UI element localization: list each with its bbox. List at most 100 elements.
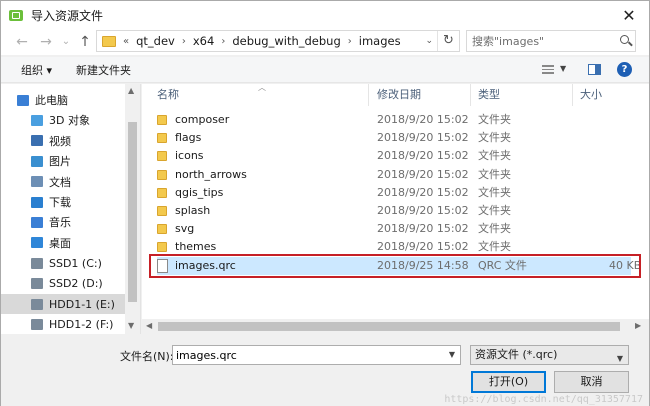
breadcrumb-separator-icon[interactable]: ›	[348, 36, 352, 47]
breadcrumb-x64[interactable]: x64	[193, 34, 214, 48]
view-dropdown-icon[interactable]: ▼	[560, 64, 566, 73]
sidebar-item[interactable]: 图片	[1, 151, 126, 171]
scroll-right-icon[interactable]: ▶	[635, 321, 641, 330]
file-type: 文件夹	[478, 113, 511, 126]
column-divider[interactable]	[368, 84, 369, 106]
column-divider[interactable]	[572, 84, 573, 106]
folder-icon	[157, 169, 167, 180]
file-row[interactable]: splash 2018/9/20 15:02 文件夹	[157, 202, 631, 220]
search-icon[interactable]	[620, 35, 629, 44]
sidebar-item-label: 桌面	[49, 236, 71, 250]
new-folder-button[interactable]: 新建文件夹	[76, 62, 131, 78]
file-date: 2018/9/20 15:02	[377, 113, 469, 126]
drive-icon	[31, 278, 43, 290]
sidebar-item-label: 视频	[49, 134, 71, 148]
column-header-name[interactable]: 名称	[157, 84, 179, 106]
file-date: 2018/9/20 15:02	[377, 131, 469, 145]
organize-button[interactable]: 组织 ▾	[21, 62, 52, 78]
downloads-icon	[31, 196, 43, 208]
filename-field[interactable]: ▼	[172, 345, 461, 365]
highlight-box	[149, 254, 641, 278]
file-row[interactable]: svg 2018/9/20 15:02 文件夹	[157, 220, 631, 238]
sidebar-item[interactable]: 3D 对象	[1, 110, 126, 130]
sidebar-item[interactable]: 音乐	[1, 212, 126, 232]
file-name: icons	[175, 149, 204, 163]
sidebar-item-label: 此电脑	[35, 94, 68, 107]
sidebar-item[interactable]: 此电脑	[1, 90, 126, 110]
scroll-down-icon[interactable]: ▼	[128, 321, 134, 330]
sidebar-item-label: HDD1-1 (E:)	[49, 297, 115, 311]
breadcrumb-qt-dev[interactable]: qt_dev	[136, 34, 175, 48]
open-button[interactable]: 打开(O)	[471, 371, 546, 393]
filename-dropdown-icon[interactable]: ▼	[449, 350, 455, 359]
file-name: composer	[175, 113, 230, 126]
column-header-size[interactable]: 大小	[580, 84, 602, 106]
scroll-left-icon[interactable]: ◀	[146, 321, 152, 330]
folder-icon	[157, 206, 167, 216]
address-row: ← → ⌄ ↑ « qt_dev › x64 › debug_with_debu…	[1, 29, 649, 55]
sort-ascending-icon: ︿	[258, 83, 266, 92]
horizontal-scroll-thumb[interactable]	[158, 322, 620, 331]
address-dropdown-icon[interactable]: ⌄	[425, 36, 433, 46]
file-row[interactable]: north_arrows 2018/9/20 15:02 文件夹	[157, 166, 631, 184]
column-divider[interactable]	[470, 84, 471, 106]
sidebar-scrollbar[interactable]: ▲ ▼	[125, 84, 140, 334]
file-row[interactable]: icons 2018/9/20 15:02 文件夹	[157, 147, 631, 165]
back-arrow-icon[interactable]: ←	[13, 33, 31, 51]
sidebar-item[interactable]: SSD1 (C:)	[1, 253, 126, 273]
column-header-type[interactable]: 类型	[478, 84, 500, 106]
file-name: north_arrows	[175, 167, 247, 181]
folder-icon	[157, 151, 167, 162]
breadcrumb-overflow-icon[interactable]: «	[123, 36, 129, 47]
file-row[interactable]: composer 2018/9/20 15:02 文件夹	[157, 111, 631, 129]
desktop-icon	[31, 237, 43, 249]
close-button[interactable]: ✕	[609, 1, 649, 29]
file-name: qgis_tips	[175, 185, 224, 199]
refresh-icon[interactable]: ↻	[437, 31, 459, 51]
breadcrumb-separator-icon[interactable]: ›	[182, 36, 186, 47]
up-arrow-icon[interactable]: ↑	[76, 33, 94, 51]
forward-arrow-icon[interactable]: →	[37, 33, 55, 51]
help-icon[interactable]: ?	[617, 62, 632, 77]
view-options-icon[interactable]	[542, 65, 554, 74]
navigation-pane: 此电脑 3D 对象视频图片文档 下载 音乐桌面 SSD1 (C:) SSD2 (D:) HD…	[1, 84, 141, 334]
search-box[interactable]	[466, 30, 636, 52]
column-header-modified[interactable]: 修改日期	[377, 84, 421, 106]
sidebar-item-label: HDD1-2 (F:)	[49, 317, 114, 331]
address-bar[interactable]: « qt_dev › x64 › debug_with_debug › imag…	[96, 30, 460, 52]
toolbar: 组织 ▾ 新建文件夹 ▼ ?	[1, 57, 649, 83]
file-row[interactable]: qgis_tips 2018/9/20 15:02 文件夹	[157, 184, 631, 202]
preview-pane-icon[interactable]	[588, 64, 601, 75]
filetype-select[interactable]: 资源文件 (*.qrc) ▼	[470, 345, 629, 365]
sidebar-item[interactable]: SSD2 (D:)	[1, 274, 126, 294]
sidebar-item[interactable]: 文档	[1, 172, 126, 192]
filename-input[interactable]	[176, 348, 436, 363]
file-date: 2018/9/20 15:02	[377, 185, 469, 199]
cancel-button[interactable]: 取消	[554, 371, 629, 393]
scroll-up-icon[interactable]: ▲	[128, 86, 134, 95]
sidebar-item[interactable]: HDD1-1 (E:)	[1, 294, 126, 314]
sidebar-item[interactable]: 视频	[1, 131, 126, 151]
file-row[interactable]: flags 2018/9/20 15:02 文件夹	[157, 129, 631, 147]
filetype-dropdown-icon[interactable]: ▼	[617, 350, 623, 368]
search-input[interactable]	[472, 34, 612, 49]
filename-label: 文件名(N):	[120, 350, 174, 363]
sidebar-scroll-thumb[interactable]	[128, 122, 137, 302]
file-type: 文件夹	[478, 204, 511, 217]
file-date: 2018/9/20 15:02	[377, 204, 469, 217]
breadcrumb-separator-icon[interactable]: ›	[221, 36, 225, 47]
pictures-icon	[31, 155, 43, 167]
horizontal-scrollbar[interactable]: ◀ ▶	[142, 319, 649, 334]
sidebar-item-label: 图片	[49, 155, 71, 169]
breadcrumb-images[interactable]: images	[359, 34, 401, 48]
sidebar-item[interactable]: 下载	[1, 192, 126, 212]
file-type: 文件夹	[478, 149, 511, 163]
file-type: 文件夹	[478, 222, 511, 236]
file-name: splash	[175, 204, 211, 217]
sidebar-item[interactable]: HDD1-2 (F:)	[1, 314, 126, 334]
video-icon	[31, 135, 43, 147]
recent-dropdown-icon[interactable]: ⌄	[57, 33, 75, 51]
breadcrumb-debug-with-debug[interactable]: debug_with_debug	[232, 34, 340, 48]
title-bar: 导入资源文件 ✕	[1, 1, 649, 29]
sidebar-item[interactable]: 桌面	[1, 233, 126, 253]
